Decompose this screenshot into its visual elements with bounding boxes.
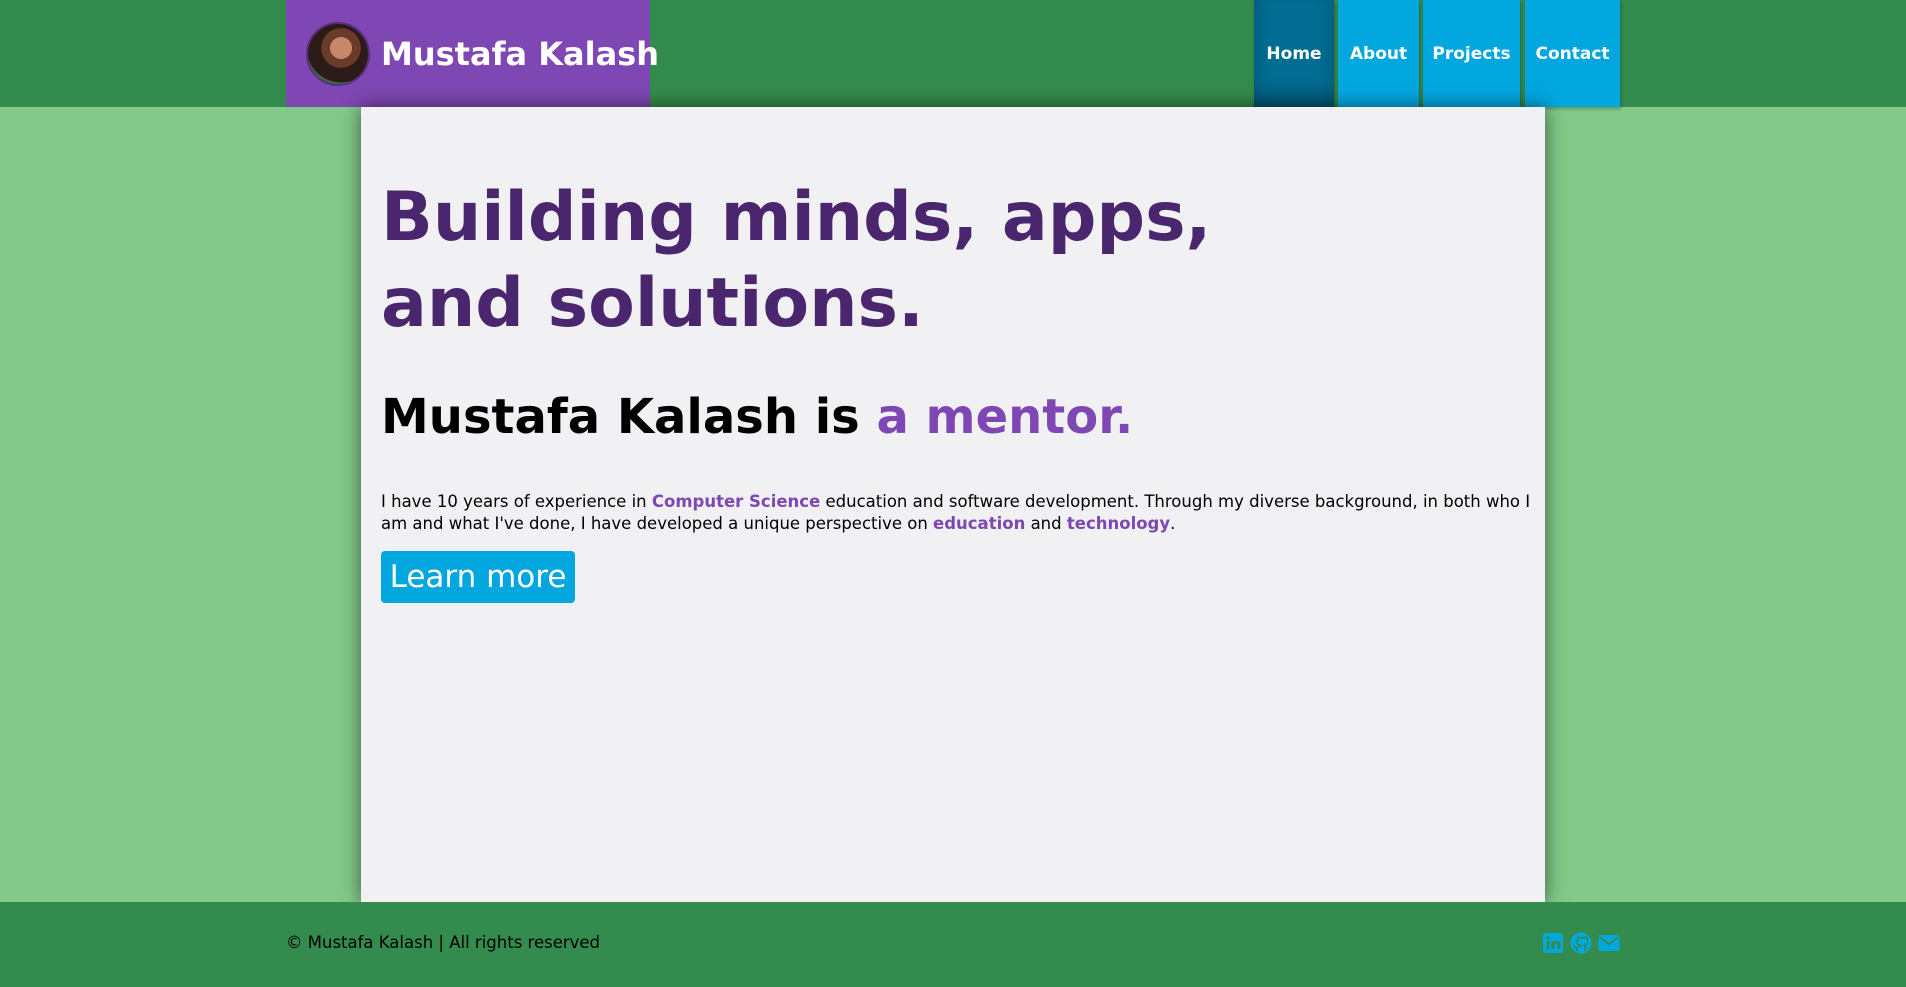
nav-about[interactable]: About: [1338, 0, 1419, 107]
brand-name: Mustafa Kalash: [381, 34, 659, 73]
nav-home[interactable]: Home: [1254, 0, 1334, 107]
brand[interactable]: Mustafa Kalash: [286, 0, 659, 107]
site-footer: © Mustafa Kalash | All rights reserved: [0, 902, 1906, 987]
intro-text: I have 10 years of experience in: [381, 492, 652, 511]
tagline-accent: a mentor.: [876, 389, 1134, 445]
copyright: © Mustafa Kalash | All rights reserved: [286, 933, 601, 952]
main-content: Building minds, apps, and solutions. Mus…: [361, 107, 1545, 902]
intro-text: .: [1170, 514, 1176, 533]
highlight-computer-science: Computer Science: [651, 492, 821, 511]
social-links: [1541, 931, 1621, 955]
avatar: [306, 21, 370, 86]
nav-contact[interactable]: Contact: [1525, 0, 1620, 107]
intro-text: and: [1025, 514, 1067, 533]
hero-title: Building minds, apps, and solutions.: [381, 178, 1212, 343]
highlight-education: education: [933, 514, 1026, 533]
envelope-icon[interactable]: [1597, 931, 1621, 955]
linkedin-icon[interactable]: [1541, 931, 1565, 955]
highlight-technology: technology: [1066, 514, 1171, 533]
learn-more-button[interactable]: Learn more: [381, 551, 575, 603]
site-header: Mustafa Kalash Home About Projects Conta…: [0, 0, 1906, 107]
intro-paragraph: I have 10 years of experience in Compute…: [381, 491, 1531, 535]
github-icon[interactable]: [1569, 931, 1593, 955]
tagline: Mustafa Kalash is a mentor.: [381, 389, 1133, 445]
tagline-prefix: Mustafa Kalash is: [381, 389, 877, 445]
nav-projects[interactable]: Projects: [1423, 0, 1520, 107]
